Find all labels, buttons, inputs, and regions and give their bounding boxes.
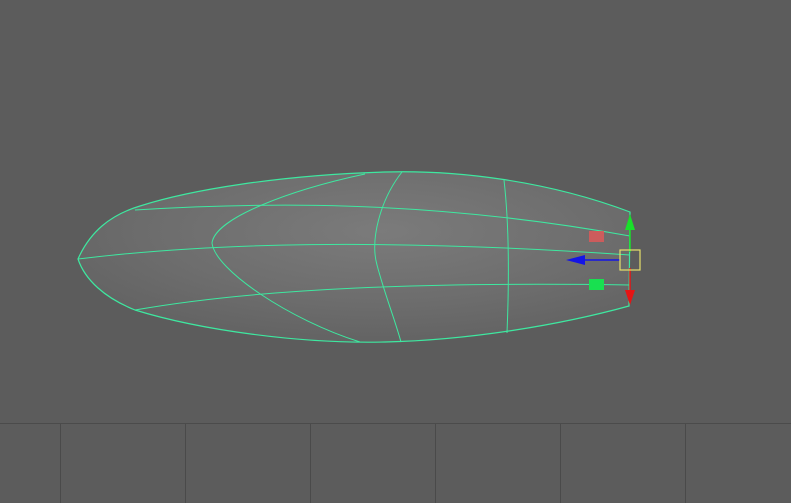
nurbs-surface[interactable] bbox=[77, 171, 631, 343]
strip-cell-5 bbox=[436, 424, 561, 503]
plane-handle-red[interactable] bbox=[589, 231, 604, 242]
strip-cell-4 bbox=[311, 424, 436, 503]
strip-cell-1 bbox=[0, 424, 61, 503]
strip-cell-2 bbox=[61, 424, 186, 503]
strip-cell-6 bbox=[561, 424, 686, 503]
viewport-scene[interactable] bbox=[0, 0, 791, 423]
strip-cell-3 bbox=[186, 424, 311, 503]
strip-cell-7 bbox=[686, 424, 791, 503]
bottom-panel-strip bbox=[0, 423, 791, 503]
3d-viewport[interactable] bbox=[0, 0, 791, 503]
plane-handle-green[interactable] bbox=[589, 279, 604, 290]
